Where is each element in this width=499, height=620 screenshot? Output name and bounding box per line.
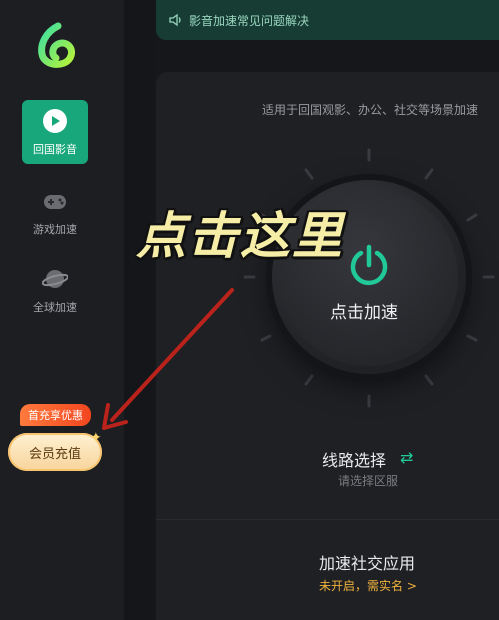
social-accelerate-title: 加速社交应用 bbox=[319, 554, 416, 573]
gamepad-icon bbox=[42, 188, 68, 214]
sidebar-item-label: 全球加速 bbox=[33, 300, 77, 314]
speaker-icon bbox=[168, 12, 184, 28]
route-select-button[interactable]: 线路选择 bbox=[322, 447, 386, 471]
sidebar: 回国影音 游戏加速 全球加速 首充享优惠 会员充值 ✦ bbox=[0, 0, 124, 620]
route-select-hint: 请选择区服 bbox=[338, 474, 399, 488]
social-accelerate-status-link[interactable]: 未开启，需实名 > bbox=[319, 577, 417, 594]
sidebar-item-label: 游戏加速 bbox=[33, 222, 77, 236]
faq-notice-bar[interactable]: 影音加速常见问题解决 bbox=[156, 0, 499, 40]
swap-icon: ⇄ bbox=[400, 448, 414, 467]
accelerate-label: 点击加速 bbox=[330, 303, 398, 323]
sparkle-icon: ✦ bbox=[90, 430, 102, 446]
planet-icon bbox=[42, 266, 68, 292]
member-recharge-button[interactable]: 会员充值 bbox=[8, 433, 102, 471]
sidebar-item-game[interactable]: 游戏加速 bbox=[22, 180, 88, 244]
power-icon bbox=[350, 244, 388, 286]
play-icon bbox=[42, 108, 68, 134]
divider bbox=[156, 519, 499, 520]
scenario-subtitle: 适用于回国观影、办公、社交等场景加速 bbox=[262, 103, 479, 117]
sidebar-item-label: 回国影音 bbox=[33, 142, 77, 156]
sidebar-item-global[interactable]: 全球加速 bbox=[22, 258, 88, 322]
notice-text: 影音加速常见问题解决 bbox=[189, 13, 310, 28]
click-here-callout: 点击这里 bbox=[136, 207, 344, 265]
sidebar-divider bbox=[124, 0, 154, 620]
app-logo bbox=[38, 22, 75, 68]
promo-badge: 首充享优惠 bbox=[20, 404, 91, 426]
sidebar-item-video[interactable]: 回国影音 bbox=[22, 100, 88, 164]
